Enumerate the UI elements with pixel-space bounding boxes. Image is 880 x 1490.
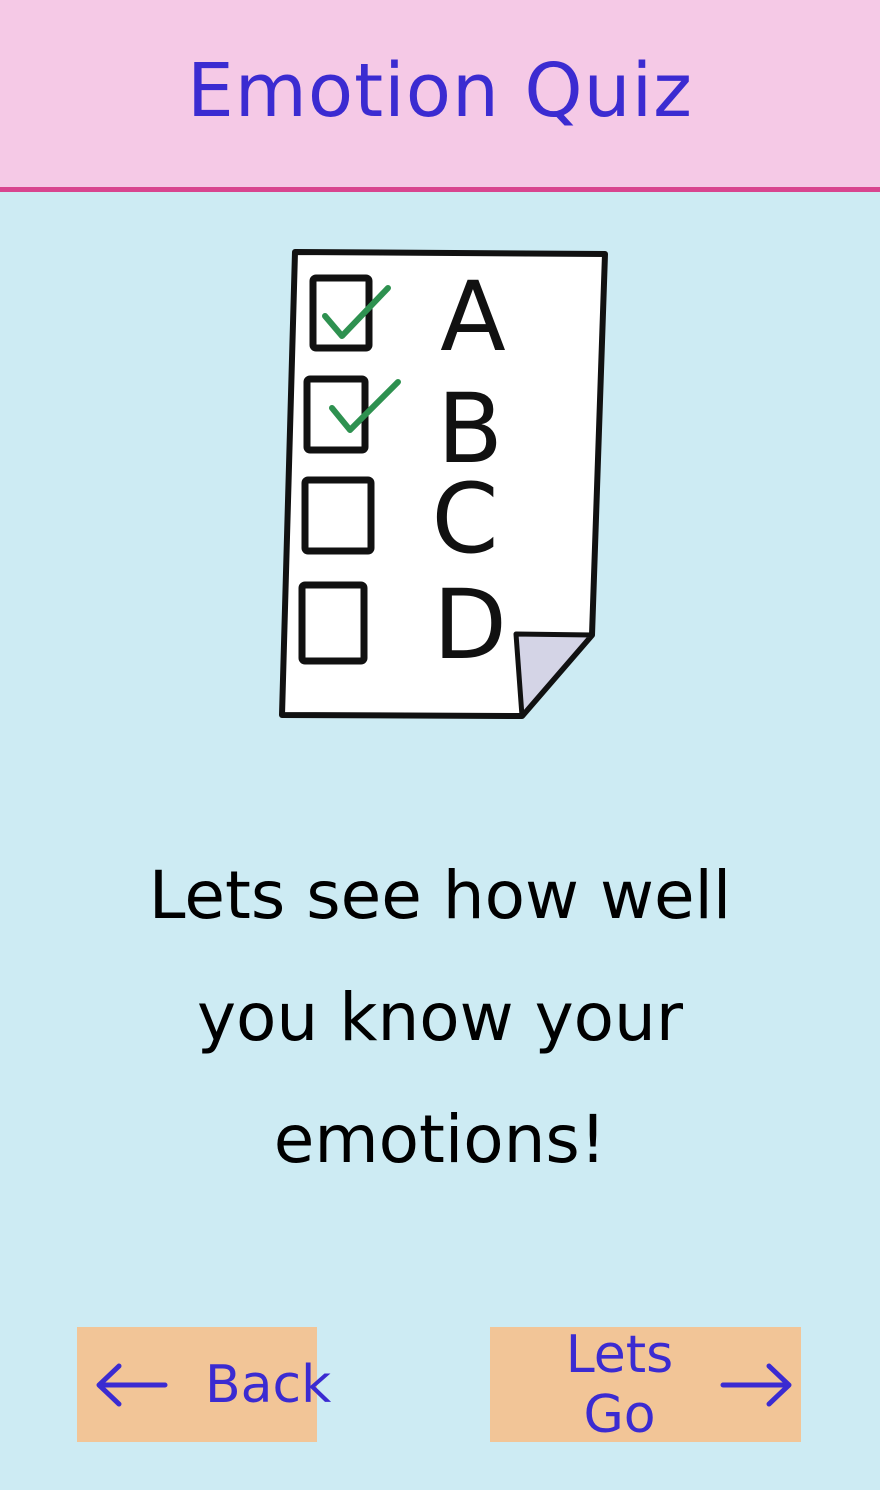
option-letter-d: D — [433, 569, 507, 681]
back-button-label: Back — [205, 1354, 332, 1415]
lets-go-button[interactable]: Lets Go — [490, 1324, 801, 1445]
intro-message-line-3: emotions! — [273, 1101, 607, 1178]
arrow-right-icon — [719, 1363, 795, 1407]
intro-message-line-1: Lets see how well — [148, 857, 732, 934]
option-letters: A B C D — [431, 261, 506, 681]
option-letter-c: C — [431, 463, 498, 575]
intro-message: Lets see how well you know your emotions… — [60, 835, 820, 1201]
arrow-left-icon — [93, 1363, 169, 1407]
app-header: Emotion Quiz — [0, 0, 880, 192]
option-letter-a: A — [440, 261, 506, 373]
intro-message-line-2: you know your — [196, 979, 684, 1056]
back-button[interactable]: Back — [77, 1327, 331, 1442]
quiz-checklist-icon: A B C D — [270, 240, 615, 730]
page-title: Emotion Quiz — [187, 47, 693, 134]
lets-go-button-label: Lets Go — [565, 1324, 674, 1445]
